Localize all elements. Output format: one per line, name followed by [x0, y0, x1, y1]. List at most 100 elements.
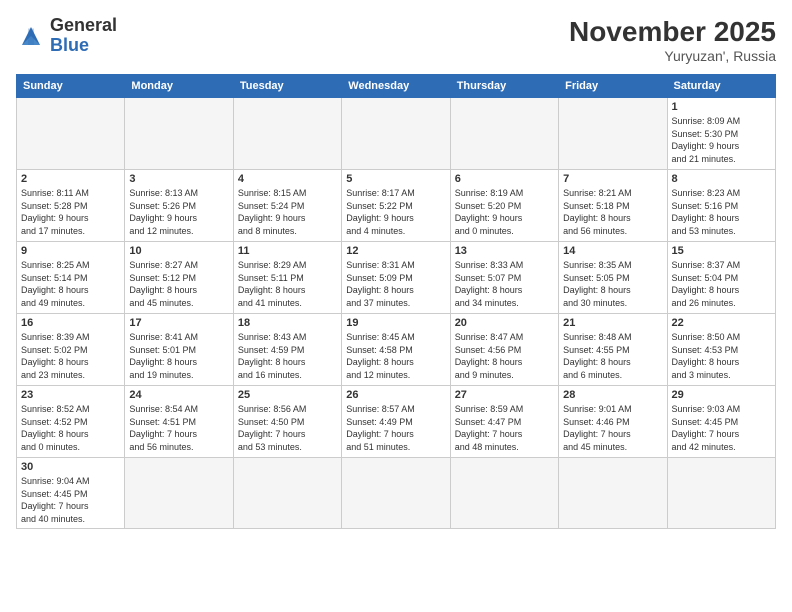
day-info: Sunrise: 8:47 AM Sunset: 4:56 PM Dayligh… [455, 331, 554, 381]
calendar-cell: 14 Sunrise: 8:35 AM Sunset: 5:05 PM Dayli… [559, 242, 667, 314]
day-number: 13 [455, 245, 554, 257]
calendar-cell: 7Sunrise: 8:21 AM Sunset: 5:18 PM Daylig… [559, 170, 667, 242]
day-info: Sunrise: 8:43 AM Sunset: 4:59 PM Dayligh… [238, 331, 337, 381]
calendar-cell [342, 458, 450, 529]
header-friday: Friday [559, 75, 667, 98]
day-number: 25 [238, 389, 337, 401]
calendar-cell [667, 458, 775, 529]
day-number: 7 [563, 173, 662, 185]
calendar-cell: 18 Sunrise: 8:43 AM Sunset: 4:59 PM Dayli… [233, 314, 341, 386]
day-info: Sunrise: 9:01 AM Sunset: 4:46 PM Dayligh… [563, 403, 662, 453]
calendar-cell: 26 Sunrise: 8:57 AM Sunset: 4:49 PM Dayli… [342, 386, 450, 458]
header-saturday: Saturday [667, 75, 775, 98]
calendar-cell [450, 458, 558, 529]
calendar-cell: 30Sunrise: 9:04 AM Sunset: 4:45 PM Dayli… [17, 458, 125, 529]
day-info: Sunrise: 8:13 AM Sunset: 5:26 PM Dayligh… [129, 187, 228, 237]
day-info: Sunrise: 8:37 AM Sunset: 5:04 PM Dayligh… [672, 259, 771, 309]
day-number: 14 [563, 245, 662, 257]
calendar-cell: 27Sunrise: 8:59 AM Sunset: 4:47 PM Dayli… [450, 386, 558, 458]
day-info: Sunrise: 8:56 AM Sunset: 4:50 PM Dayligh… [238, 403, 337, 453]
calendar-cell: 3 Sunrise: 8:13 AM Sunset: 5:26 PM Daylig… [125, 170, 233, 242]
page: General Blue November 2025 Yuryuzan', Ru… [0, 0, 792, 612]
calendar-header-row: Sunday Monday Tuesday Wednesday Thursday… [17, 75, 776, 98]
calendar-cell [125, 458, 233, 529]
header-thursday: Thursday [450, 75, 558, 98]
day-number: 19 [346, 317, 445, 329]
day-info: Sunrise: 8:45 AM Sunset: 4:58 PM Dayligh… [346, 331, 445, 381]
day-number: 12 [346, 245, 445, 257]
day-number: 21 [563, 317, 662, 329]
calendar-cell [450, 98, 558, 170]
logo-general: General [50, 15, 117, 35]
day-info: Sunrise: 8:11 AM Sunset: 5:28 PM Dayligh… [21, 187, 120, 237]
calendar-cell: 19 Sunrise: 8:45 AM Sunset: 4:58 PM Dayli… [342, 314, 450, 386]
day-number: 8 [672, 173, 771, 185]
calendar-cell [233, 98, 341, 170]
day-info: Sunrise: 8:48 AM Sunset: 4:55 PM Dayligh… [563, 331, 662, 381]
day-number: 17 [129, 317, 228, 329]
calendar-cell [559, 458, 667, 529]
day-info: Sunrise: 8:57 AM Sunset: 4:49 PM Dayligh… [346, 403, 445, 453]
day-number: 28 [563, 389, 662, 401]
day-number: 18 [238, 317, 337, 329]
day-info: Sunrise: 8:29 AM Sunset: 5:11 PM Dayligh… [238, 259, 337, 309]
day-number: 16 [21, 317, 120, 329]
calendar-cell: 6Sunrise: 8:19 AM Sunset: 5:20 PM Daylig… [450, 170, 558, 242]
calendar-cell: 13 Sunrise: 8:33 AM Sunset: 5:07 PM Dayli… [450, 242, 558, 314]
day-number: 10 [129, 245, 228, 257]
calendar-cell: 29 Sunrise: 9:03 AM Sunset: 4:45 PM Dayli… [667, 386, 775, 458]
day-number: 2 [21, 173, 120, 185]
calendar-cell [342, 98, 450, 170]
calendar-cell: 1 Sunrise: 8:09 AM Sunset: 5:30 PM Daylig… [667, 98, 775, 170]
calendar-cell: 24 Sunrise: 8:54 AM Sunset: 4:51 PM Dayli… [125, 386, 233, 458]
day-info: Sunrise: 8:17 AM Sunset: 5:22 PM Dayligh… [346, 187, 445, 237]
calendar-cell: 8 Sunrise: 8:23 AM Sunset: 5:16 PM Daylig… [667, 170, 775, 242]
day-info: Sunrise: 8:33 AM Sunset: 5:07 PM Dayligh… [455, 259, 554, 309]
day-info: Sunrise: 8:59 AM Sunset: 4:47 PM Dayligh… [455, 403, 554, 453]
day-info: Sunrise: 8:09 AM Sunset: 5:30 PM Dayligh… [672, 115, 771, 165]
header: General Blue November 2025 Yuryuzan', Ru… [16, 16, 776, 64]
day-info: Sunrise: 8:31 AM Sunset: 5:09 PM Dayligh… [346, 259, 445, 309]
calendar-cell: 21 Sunrise: 8:48 AM Sunset: 4:55 PM Dayli… [559, 314, 667, 386]
day-info: Sunrise: 8:52 AM Sunset: 4:52 PM Dayligh… [21, 403, 120, 453]
day-number: 4 [238, 173, 337, 185]
calendar-cell: 20Sunrise: 8:47 AM Sunset: 4:56 PM Dayli… [450, 314, 558, 386]
day-number: 5 [346, 173, 445, 185]
day-info: Sunrise: 8:39 AM Sunset: 5:02 PM Dayligh… [21, 331, 120, 381]
calendar-cell [233, 458, 341, 529]
day-number: 3 [129, 173, 228, 185]
day-info: Sunrise: 8:27 AM Sunset: 5:12 PM Dayligh… [129, 259, 228, 309]
day-info: Sunrise: 8:35 AM Sunset: 5:05 PM Dayligh… [563, 259, 662, 309]
calendar-cell: 17Sunrise: 8:41 AM Sunset: 5:01 PM Dayli… [125, 314, 233, 386]
day-info: Sunrise: 8:23 AM Sunset: 5:16 PM Dayligh… [672, 187, 771, 237]
calendar-cell: 16 Sunrise: 8:39 AM Sunset: 5:02 PM Dayli… [17, 314, 125, 386]
calendar-cell: 25 Sunrise: 8:56 AM Sunset: 4:50 PM Dayli… [233, 386, 341, 458]
day-number: 29 [672, 389, 771, 401]
title-block: November 2025 Yuryuzan', Russia [569, 16, 776, 64]
day-info: Sunrise: 8:50 AM Sunset: 4:53 PM Dayligh… [672, 331, 771, 381]
calendar-cell [17, 98, 125, 170]
calendar: Sunday Monday Tuesday Wednesday Thursday… [16, 74, 776, 529]
calendar-cell: 4Sunrise: 8:15 AM Sunset: 5:24 PM Daylig… [233, 170, 341, 242]
calendar-cell: 5 Sunrise: 8:17 AM Sunset: 5:22 PM Daylig… [342, 170, 450, 242]
calendar-cell: 22Sunrise: 8:50 AM Sunset: 4:53 PM Dayli… [667, 314, 775, 386]
logo-text: General Blue [50, 16, 117, 56]
day-info: Sunrise: 8:54 AM Sunset: 4:51 PM Dayligh… [129, 403, 228, 453]
day-number: 26 [346, 389, 445, 401]
day-number: 1 [672, 101, 771, 113]
header-wednesday: Wednesday [342, 75, 450, 98]
day-number: 9 [21, 245, 120, 257]
location-subtitle: Yuryuzan', Russia [569, 48, 776, 64]
calendar-cell [559, 98, 667, 170]
calendar-cell: 11Sunrise: 8:29 AM Sunset: 5:11 PM Dayli… [233, 242, 341, 314]
day-info: Sunrise: 9:03 AM Sunset: 4:45 PM Dayligh… [672, 403, 771, 453]
logo-blue: Blue [50, 35, 89, 55]
calendar-cell: 15Sunrise: 8:37 AM Sunset: 5:04 PM Dayli… [667, 242, 775, 314]
header-monday: Monday [125, 75, 233, 98]
day-info: Sunrise: 8:19 AM Sunset: 5:20 PM Dayligh… [455, 187, 554, 237]
header-sunday: Sunday [17, 75, 125, 98]
day-number: 24 [129, 389, 228, 401]
calendar-cell [125, 98, 233, 170]
logo-icon [16, 21, 46, 51]
logo: General Blue [16, 16, 117, 56]
